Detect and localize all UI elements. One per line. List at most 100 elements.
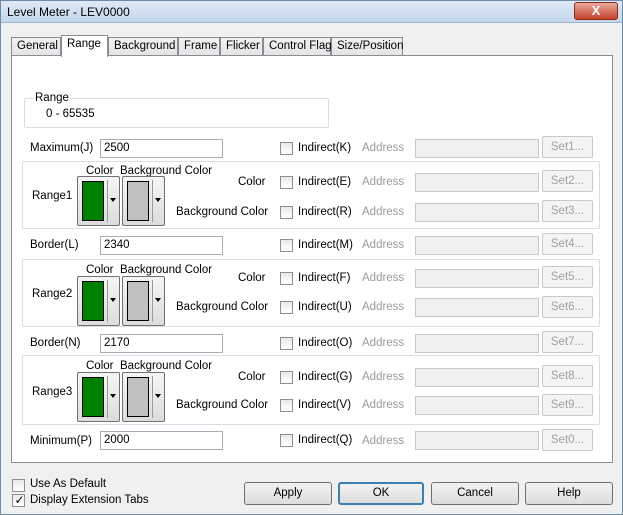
indirect-r-label: Indirect(R) xyxy=(298,206,352,218)
range2-bg-color-label: Background Color xyxy=(176,301,269,313)
range2-bg-color-header: Background Color xyxy=(120,264,213,276)
apply-button[interactable]: Apply xyxy=(244,482,332,505)
divider xyxy=(107,280,108,322)
range3-bg-color-label: Background Color xyxy=(176,399,269,411)
chevron-down-icon xyxy=(155,394,161,398)
range2-bg-color-picker[interactable] xyxy=(122,276,165,326)
indirect-m-checkbox[interactable] xyxy=(280,239,293,252)
range-tab-panel: Range 0 - 65535 Maximum(J) 2500 Indirect… xyxy=(11,55,613,463)
title-bar[interactable]: Level Meter - LEV0000 X xyxy=(1,1,622,23)
address-label: Address xyxy=(362,371,405,383)
divider xyxy=(152,376,153,418)
address-label: Address xyxy=(362,399,405,411)
border-n-input[interactable]: 2170 xyxy=(100,334,223,353)
address-o-input xyxy=(415,334,539,353)
ok-button[interactable]: OK xyxy=(338,482,424,505)
divider xyxy=(152,180,153,222)
chevron-down-icon xyxy=(110,198,116,202)
range3-label: Range3 xyxy=(32,386,73,398)
tab-flicker[interactable]: Flicker xyxy=(220,37,263,56)
border-n-label: Border(N) xyxy=(30,337,81,349)
border-l-input[interactable]: 2340 xyxy=(100,236,223,255)
tab-control-flag[interactable]: Control Flag xyxy=(263,37,332,56)
indirect-v-checkbox[interactable] xyxy=(280,399,293,412)
address-label: Address xyxy=(362,301,405,313)
address-label: Address xyxy=(362,435,405,447)
address-f-input xyxy=(415,269,539,288)
range2-label: Range2 xyxy=(32,288,73,300)
indirect-q-checkbox[interactable] xyxy=(280,434,293,447)
help-button[interactable]: Help xyxy=(525,482,613,505)
address-label: Address xyxy=(362,206,405,218)
tab-range[interactable]: Range xyxy=(61,35,108,57)
display-extension-tabs-checkbox[interactable]: ✓ xyxy=(12,493,25,507)
set9-button: Set9... xyxy=(542,394,593,416)
indirect-f-checkbox[interactable] xyxy=(280,272,293,285)
address-v-input xyxy=(415,396,539,415)
indirect-e-checkbox[interactable] xyxy=(280,176,293,189)
address-q-input xyxy=(415,431,539,450)
range3-color-header: Color xyxy=(86,360,114,372)
range1-color-picker[interactable] xyxy=(77,176,120,226)
indirect-o-label: Indirect(O) xyxy=(298,337,353,349)
tab-size-position[interactable]: Size/Position xyxy=(331,37,403,56)
indirect-o-checkbox[interactable] xyxy=(280,337,293,350)
indirect-g-label: Indirect(G) xyxy=(298,371,353,383)
divider xyxy=(107,180,108,222)
address-e-input xyxy=(415,173,539,192)
range3-color-swatch xyxy=(82,377,104,417)
range3-bg-color-swatch xyxy=(127,377,149,417)
range1-label: Range1 xyxy=(32,190,73,202)
range2-color-swatch xyxy=(82,281,104,321)
address-label: Address xyxy=(362,337,405,349)
indirect-k-checkbox[interactable] xyxy=(280,142,293,155)
tab-general[interactable]: General xyxy=(11,37,61,56)
range2-color-header: Color xyxy=(86,264,114,276)
set3-button: Set3... xyxy=(542,200,593,222)
divider xyxy=(107,376,108,418)
address-label: Address xyxy=(362,239,405,251)
range1-color-label: Color xyxy=(238,176,266,188)
close-button[interactable]: X xyxy=(574,2,618,20)
range3-color-label: Color xyxy=(238,371,266,383)
set0-button: Set0... xyxy=(542,429,593,451)
minimum-input[interactable]: 2000 xyxy=(100,431,223,450)
range-group-title: Range xyxy=(34,92,70,104)
window-title: Level Meter - LEV0000 xyxy=(7,5,130,19)
range3-bg-color-header: Background Color xyxy=(120,360,213,372)
chevron-down-icon xyxy=(110,394,116,398)
chevron-down-icon xyxy=(155,298,161,302)
range3-bg-color-picker[interactable] xyxy=(122,372,165,422)
tab-frame[interactable]: Frame xyxy=(178,37,220,56)
tab-background[interactable]: Background xyxy=(108,37,178,56)
range-value: 0 - 65535 xyxy=(46,108,95,120)
range1-bg-color-swatch xyxy=(127,181,149,221)
level-meter-dialog: Level Meter - LEV0000 X General Range Ba… xyxy=(0,0,623,515)
indirect-g-checkbox[interactable] xyxy=(280,371,293,384)
range1-bg-color-label: Background Color xyxy=(176,206,269,218)
cancel-button[interactable]: Cancel xyxy=(431,482,519,505)
display-extension-tabs-label: Display Extension Tabs xyxy=(30,494,149,506)
indirect-e-label: Indirect(E) xyxy=(298,176,352,188)
indirect-r-checkbox[interactable] xyxy=(280,206,293,219)
indirect-f-label: Indirect(F) xyxy=(298,272,351,284)
border-l-label: Border(L) xyxy=(30,239,79,251)
use-as-default-checkbox[interactable] xyxy=(12,479,25,492)
divider xyxy=(152,280,153,322)
maximum-input[interactable]: 2500 xyxy=(100,139,223,158)
range2-color-picker[interactable] xyxy=(77,276,120,326)
range1-color-swatch xyxy=(82,181,104,221)
close-icon: X xyxy=(591,3,601,18)
minimum-label: Minimum(P) xyxy=(30,435,92,447)
indirect-u-label: Indirect(U) xyxy=(298,301,352,313)
address-g-input xyxy=(415,368,539,387)
range3-color-picker[interactable] xyxy=(77,372,120,422)
chevron-down-icon xyxy=(110,298,116,302)
set4-button: Set4... xyxy=(542,233,593,255)
address-m-input xyxy=(415,236,539,255)
chevron-down-icon xyxy=(155,198,161,202)
indirect-q-label: Indirect(Q) xyxy=(298,434,353,446)
range1-bg-color-picker[interactable] xyxy=(122,176,165,226)
indirect-u-checkbox[interactable] xyxy=(280,301,293,314)
use-as-default-label: Use As Default xyxy=(30,478,107,490)
